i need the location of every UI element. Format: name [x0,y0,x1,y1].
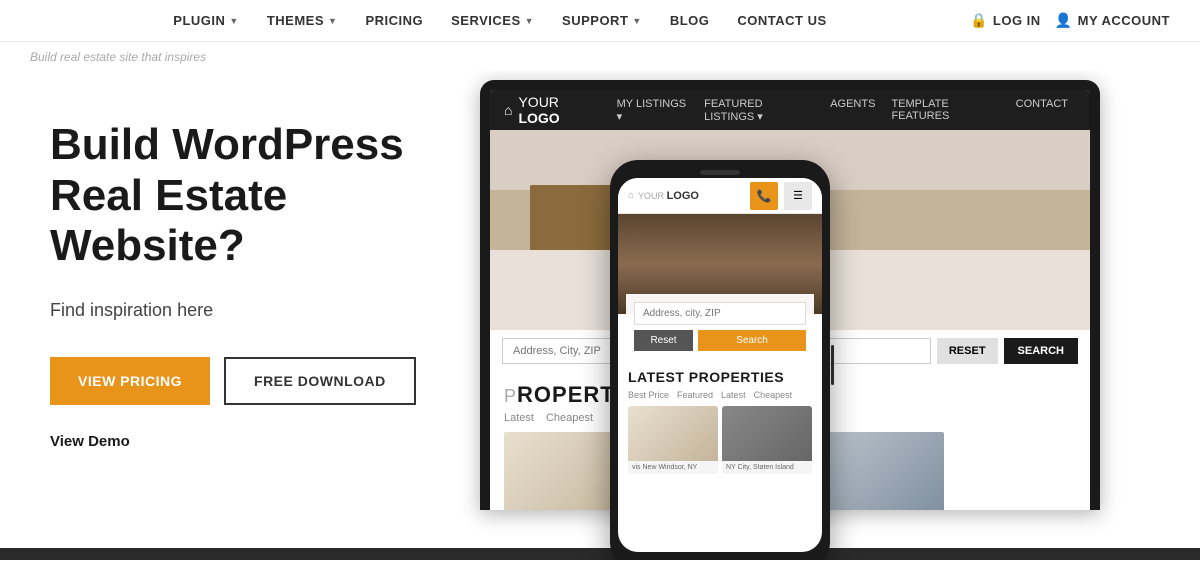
phone-nav: ⌂ YOUR LOGO 📞 ☰ [618,178,822,214]
hero-title: Build WordPress Real Estate Website? [50,120,450,272]
phone-filter-tab[interactable]: Best Price [628,390,669,400]
view-demo-link[interactable]: View Demo [50,433,130,450]
phone-mockup: ⌂ YOUR LOGO 📞 ☰ [610,160,830,560]
dropdown-caret: ▼ [632,16,641,26]
laptop-nav-item: AGENTS [822,98,883,123]
phone-call-button[interactable]: 📞 [750,182,778,210]
lock-icon: 🔒 [970,12,988,29]
phone-latest-title: LATEST PROPERTIES [618,359,822,390]
hero-buttons: VIEW PRICING FREE DOWNLOAD [50,357,450,405]
tagline-text: Build real estate site that inspires [30,50,206,64]
hero-left: Build WordPress Real Estate Website? Fin… [0,70,480,560]
phone-card-image [722,406,812,461]
laptop-nav-links: MY LISTINGS ▾ FEATURED LISTINGS ▾ AGENTS… [609,98,1076,123]
home-icon: ⌂ [504,102,512,118]
phone-outer: ⌂ YOUR LOGO 📞 ☰ [610,160,830,560]
phone-filter-tabs: Best Price Featured Latest Cheapest [618,390,822,406]
phone-reset-button[interactable]: Reset [634,330,693,351]
nav-right-actions: 🔒 LOG IN 👤 MY ACCOUNT [970,12,1170,29]
phone-property-card: NY City, Staten Island [722,406,812,474]
laptop-nav-item: FEATURED LISTINGS ▾ [696,98,822,123]
laptop-nav-item: TEMPLATE FEATURES [883,98,1007,123]
nav-item-pricing[interactable]: PRICING [351,13,437,28]
nav-menu: PLUGIN ▼ THEMES ▼ PRICING SERVICES ▼ SUP… [30,13,970,28]
hamburger-icon: ☰ [793,189,803,202]
nav-item-themes[interactable]: THEMES ▼ [253,13,352,28]
laptop-nav-item: CONTACT [1008,98,1076,123]
nav-item-contact[interactable]: CONTACT US [723,13,840,28]
laptop-search-button[interactable]: SEARCH [1004,338,1078,364]
nav-item-plugin[interactable]: PLUGIN ▼ [159,13,253,28]
phone-menu-button[interactable]: ☰ [784,182,812,210]
phone-screen: ⌂ YOUR LOGO 📞 ☰ [618,178,822,552]
laptop-reset-button[interactable]: RESET [937,338,998,364]
person-icon: 👤 [1055,12,1073,29]
laptop-logo: ⌂ YOUR LOGO [504,94,599,126]
view-pricing-button[interactable]: VIEW PRICING [50,357,210,405]
hero-right: ⌂ YOUR LOGO MY LISTINGS ▾ FEATURED LISTI… [480,70,1200,560]
hero-subtitle: Find inspiration here [50,300,450,321]
phone-icon: 📞 [757,189,772,203]
login-link[interactable]: 🔒 LOG IN [970,12,1041,29]
phone-filter-tab[interactable]: Latest [721,390,746,400]
phone-card-address: vis New Windsor, NY [628,461,718,474]
dropdown-caret: ▼ [328,16,337,26]
phone-property-cards: vis New Windsor, NY NY City, Staten Isla… [618,406,822,474]
phone-logo: ⌂ YOUR LOGO [628,190,699,202]
phone-side-button [831,345,834,385]
phone-filter-tab[interactable]: Featured [677,390,713,400]
phone-card-address: NY City, Staten Island [722,461,812,474]
phone-search-buttons: Reset Search [634,330,806,351]
phone-search-input[interactable] [634,302,806,325]
phone-speaker [700,170,740,175]
laptop-tab-latest[interactable]: Latest [504,412,534,424]
phone-search-button[interactable]: Search [698,330,806,351]
nav-item-services[interactable]: SERVICES ▼ [437,13,548,28]
hero-section: Build WordPress Real Estate Website? Fin… [0,70,1200,560]
dropdown-caret: ▼ [525,16,534,26]
main-nav: PLUGIN ▼ THEMES ▼ PRICING SERVICES ▼ SUP… [0,0,1200,42]
free-download-button[interactable]: FREE DOWNLOAD [224,357,416,405]
phone-card-image [628,406,718,461]
tagline-bar: Build real estate site that inspires [0,42,1200,70]
account-link[interactable]: 👤 MY ACCOUNT [1055,12,1170,29]
phone-search-section: Reset Search [626,294,814,359]
laptop-inner-nav: ⌂ YOUR LOGO MY LISTINGS ▾ FEATURED LISTI… [490,90,1090,130]
nav-item-blog[interactable]: BLOG [656,13,724,28]
phone-home-icon: ⌂ [628,190,634,201]
dropdown-caret: ▼ [229,16,238,26]
phone-property-card: vis New Windsor, NY [628,406,718,474]
laptop-nav-item: MY LISTINGS ▾ [609,98,696,123]
laptop-tab-cheapest[interactable]: Cheapest [546,412,593,424]
phone-filter-tab[interactable]: Cheapest [754,390,793,400]
nav-item-support[interactable]: SUPPORT ▼ [548,13,656,28]
